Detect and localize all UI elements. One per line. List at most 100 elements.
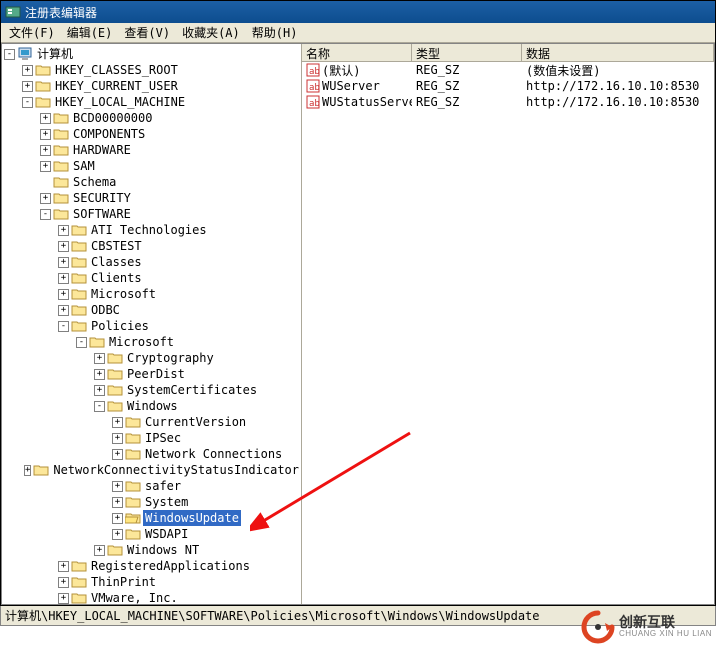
tree-item-label[interactable]: HARDWARE xyxy=(71,142,133,158)
tree-item-label[interactable]: SAM xyxy=(71,158,97,174)
expand-toggle-icon[interactable]: + xyxy=(112,513,123,524)
tree-item-label[interactable]: safer xyxy=(143,478,183,494)
expand-toggle-icon[interactable]: + xyxy=(94,385,105,396)
tree-item[interactable]: + ODBC xyxy=(4,302,301,318)
tree-item[interactable]: Schema xyxy=(4,174,301,190)
expand-toggle-icon[interactable]: + xyxy=(58,225,69,236)
expand-toggle-icon[interactable]: + xyxy=(22,81,33,92)
menu-favorites[interactable]: 收藏夹(A) xyxy=(176,22,246,43)
tree-item-label[interactable]: Network Connections xyxy=(143,446,284,462)
tree-item-label[interactable]: Windows NT xyxy=(125,542,201,558)
expand-toggle-icon[interactable]: + xyxy=(40,161,51,172)
expand-toggle-icon[interactable]: + xyxy=(112,481,123,492)
tree-item-label[interactable]: BCD00000000 xyxy=(71,110,154,126)
expand-toggle-icon[interactable]: + xyxy=(112,449,123,460)
column-name[interactable]: 名称 xyxy=(302,44,412,61)
tree-item[interactable]: + PeerDist xyxy=(4,366,301,382)
expand-toggle-icon[interactable]: + xyxy=(58,577,69,588)
tree-item-label[interactable]: SystemCertificates xyxy=(125,382,259,398)
tree-item-label[interactable]: HKEY_CLASSES_ROOT xyxy=(53,62,180,78)
expand-toggle-icon[interactable]: + xyxy=(112,497,123,508)
tree-item[interactable]: + NetworkConnectivityStatusIndicator xyxy=(4,462,301,478)
tree-item-label[interactable]: Classes xyxy=(89,254,144,270)
tree-item[interactable]: + SAM xyxy=(4,158,301,174)
expand-toggle-icon[interactable]: + xyxy=(58,305,69,316)
tree-item[interactable]: +CurrentVersion xyxy=(4,414,301,430)
collapse-toggle-icon[interactable]: - xyxy=(76,337,87,348)
tree-item[interactable]: + System xyxy=(4,494,301,510)
tree-item[interactable]: + HKEY_CURRENT_USER xyxy=(4,78,301,94)
tree-item[interactable]: + SystemCertificates xyxy=(4,382,301,398)
tree-item[interactable]: +VMware, Inc. xyxy=(4,590,301,604)
expand-toggle-icon[interactable]: + xyxy=(22,65,33,76)
tree-item[interactable]: -计算机 xyxy=(4,46,301,62)
expand-toggle-icon[interactable]: + xyxy=(40,193,51,204)
tree-item[interactable]: + Clients xyxy=(4,270,301,286)
tree-item-label[interactable]: Microsoft xyxy=(107,334,176,350)
tree-item-label[interactable]: PeerDist xyxy=(125,366,187,382)
tree-item[interactable]: + Cryptography xyxy=(4,350,301,366)
expand-toggle-icon[interactable]: + xyxy=(112,433,123,444)
tree-item-label[interactable]: ODBC xyxy=(89,302,122,318)
tree-item-label[interactable]: Schema xyxy=(71,174,118,190)
menu-file[interactable]: 文件(F) xyxy=(3,22,61,43)
tree-item-label[interactable]: Cryptography xyxy=(125,350,216,366)
titlebar[interactable]: 注册表编辑器 xyxy=(1,1,715,23)
tree-item-label[interactable]: WindowsUpdate xyxy=(143,510,241,526)
tree-item-label[interactable]: Policies xyxy=(89,318,151,334)
tree-pane[interactable]: -计算机 + HKEY_CLASSES_ROOT + HKEY_CURRENT_USER… xyxy=(2,44,302,604)
tree-item[interactable]: +CBSTEST xyxy=(4,238,301,254)
tree-item-label[interactable]: Clients xyxy=(89,270,144,286)
expand-toggle-icon[interactable]: + xyxy=(24,465,31,476)
tree-item-label[interactable]: HKEY_LOCAL_MACHINE xyxy=(53,94,187,110)
menu-view[interactable]: 查看(V) xyxy=(118,22,176,43)
expand-toggle-icon[interactable]: + xyxy=(40,113,51,124)
tree-item[interactable]: + IPSec xyxy=(4,430,301,446)
tree-item-label[interactable]: ATI Technologies xyxy=(89,222,209,238)
expand-toggle-icon[interactable]: + xyxy=(58,273,69,284)
tree-item[interactable]: + HKEY_CLASSES_ROOT xyxy=(4,62,301,78)
expand-toggle-icon[interactable]: + xyxy=(58,257,69,268)
tree-item[interactable]: +Windows NT xyxy=(4,542,301,558)
tree-item-label[interactable]: IPSec xyxy=(143,430,183,446)
expand-toggle-icon[interactable]: + xyxy=(112,529,123,540)
expand-toggle-icon[interactable]: + xyxy=(40,129,51,140)
tree-item[interactable]: -Windows xyxy=(4,398,301,414)
menu-edit[interactable]: 编辑(E) xyxy=(61,22,119,43)
expand-toggle-icon[interactable]: + xyxy=(58,289,69,300)
tree-item-label[interactable]: COMPONENTS xyxy=(71,126,147,142)
tree-item[interactable]: +SECURITY xyxy=(4,190,301,206)
tree-item-label[interactable]: Windows xyxy=(125,398,180,414)
value-row[interactable]: ab(默认)REG_SZ(数值未设置) xyxy=(302,62,714,78)
value-row[interactable]: abWUStatusServerREG_SZhttp://172.16.10.1… xyxy=(302,94,714,110)
tree-item[interactable]: +Microsoft xyxy=(4,286,301,302)
collapse-toggle-icon[interactable]: - xyxy=(58,321,69,332)
expand-toggle-icon[interactable]: + xyxy=(40,145,51,156)
tree-item-label[interactable]: RegisteredApplications xyxy=(89,558,252,574)
tree-item[interactable]: - Microsoft xyxy=(4,334,301,350)
collapse-toggle-icon[interactable]: - xyxy=(4,49,15,60)
tree-item-label[interactable]: CurrentVersion xyxy=(143,414,248,430)
tree-item-label[interactable]: NetworkConnectivityStatusIndicator xyxy=(51,462,301,478)
tree-item[interactable]: + COMPONENTS xyxy=(4,126,301,142)
tree-item[interactable]: -HKEY_LOCAL_MACHINE xyxy=(4,94,301,110)
tree-item-label[interactable]: SOFTWARE xyxy=(71,206,133,222)
column-type[interactable]: 类型 xyxy=(412,44,522,61)
tree-item-label[interactable]: WSDAPI xyxy=(143,526,190,542)
tree-item[interactable]: + BCD00000000 xyxy=(4,110,301,126)
tree-item[interactable]: + Classes xyxy=(4,254,301,270)
tree-item[interactable]: + ATI Technologies xyxy=(4,222,301,238)
tree-item[interactable]: + HARDWARE xyxy=(4,142,301,158)
tree-item[interactable]: + Network Connections xyxy=(4,446,301,462)
menu-help[interactable]: 帮助(H) xyxy=(246,22,304,43)
tree-item-label[interactable]: VMware, Inc. xyxy=(89,590,180,604)
tree-item[interactable]: - SOFTWARE xyxy=(4,206,301,222)
expand-toggle-icon[interactable]: + xyxy=(94,369,105,380)
tree-item[interactable]: - Policies xyxy=(4,318,301,334)
expand-toggle-icon[interactable]: + xyxy=(58,241,69,252)
tree-item-label[interactable]: System xyxy=(143,494,190,510)
tree-item[interactable]: +ThinPrint xyxy=(4,574,301,590)
tree-item-label[interactable]: HKEY_CURRENT_USER xyxy=(53,78,180,94)
expand-toggle-icon[interactable]: + xyxy=(94,353,105,364)
collapse-toggle-icon[interactable]: - xyxy=(40,209,51,220)
